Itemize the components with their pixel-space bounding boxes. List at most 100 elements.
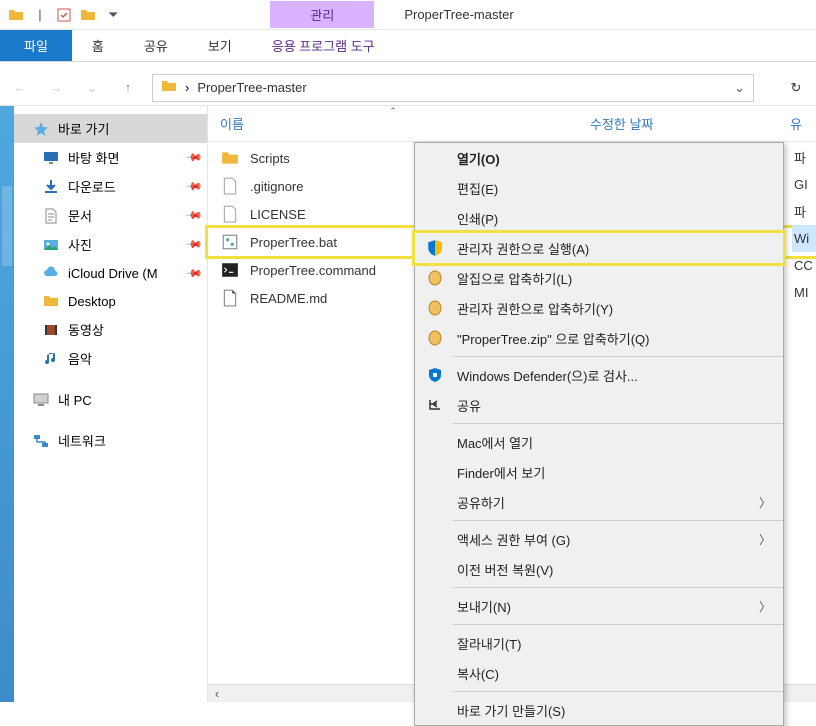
monitor-icon <box>42 149 60 167</box>
folder-icon <box>220 148 240 168</box>
menu-label: 잘라내기(T) <box>457 634 771 653</box>
window-title: ProperTree-master <box>374 7 543 22</box>
tab-app-tools[interactable]: 응용 프로그램 도구 <box>252 30 395 61</box>
file-name: ProperTree.bat <box>250 235 337 250</box>
menu-run-as-admin[interactable]: 관리자 권한으로 실행(A) <box>415 233 783 263</box>
menu-alzip-admin[interactable]: 관리자 권한으로 압축하기(Y) <box>415 293 783 323</box>
nav-label: iCloud Drive (M <box>68 266 158 281</box>
menu-share[interactable]: 공유 <box>415 390 783 420</box>
sidebar-item-documents[interactable]: 문서 📌 <box>14 201 207 230</box>
sidebar-item-network[interactable]: 네트워크 <box>14 426 207 455</box>
sidebar-item-this-pc[interactable]: 내 PC <box>14 385 207 414</box>
menu-defender[interactable]: Windows Defender(으)로 검사... <box>415 360 783 390</box>
photo-icon <box>42 236 60 254</box>
menu-separator <box>453 423 783 424</box>
menu-copy[interactable]: 복사(C) <box>415 658 783 688</box>
download-icon <box>42 178 60 196</box>
tab-file[interactable]: 파일 <box>0 30 72 61</box>
archive-icon <box>425 268 445 288</box>
address-input[interactable]: › ProperTree-master ⌄ <box>152 74 754 102</box>
blank-icon <box>425 529 445 549</box>
manage-contextual-tab[interactable]: 관리 <box>270 1 374 28</box>
menu-label: 관리자 권한으로 실행(A) <box>457 239 771 258</box>
refresh-button[interactable]: ↻ <box>784 80 808 96</box>
cloud-icon <box>42 264 60 282</box>
address-bar: ← → ⌄ ↑ › ProperTree-master ⌄ ↻ <box>0 70 816 106</box>
pc-icon <box>32 391 50 409</box>
menu-label: 공유 <box>457 396 771 415</box>
blank-icon <box>425 492 445 512</box>
menu-label: Windows Defender(으)로 검사... <box>457 366 771 385</box>
scroll-left-button[interactable]: ‹ <box>208 686 226 701</box>
address-dropdown[interactable]: ⌄ <box>734 80 745 96</box>
menu-cut[interactable]: 잘라내기(T) <box>415 628 783 658</box>
type-cell: GI <box>792 171 816 198</box>
menu-shortcut[interactable]: 바로 가기 만들기(S) <box>415 695 783 725</box>
menu-label: 알집으로 압축하기(L) <box>457 269 771 288</box>
menu-restore[interactable]: 이전 버전 복원(V) <box>415 554 783 584</box>
address-path[interactable]: ProperTree-master <box>197 80 306 95</box>
new-folder-icon[interactable] <box>80 7 96 23</box>
menu-mac-open[interactable]: Mac에서 열기 <box>415 427 783 457</box>
blank-icon <box>425 208 445 228</box>
submenu-arrow-icon: 〉 <box>759 531 771 548</box>
menu-label: 액세스 권한 부여 (G) <box>457 530 747 549</box>
menu-alzip-zip[interactable]: "ProperTree.zip" 으로 압축하기(Q) <box>415 323 783 353</box>
sidebar-item-quick-access[interactable]: 바로 가기 <box>14 114 207 143</box>
tab-share[interactable]: 공유 <box>124 30 188 61</box>
pin-icon: 📌 <box>185 177 204 196</box>
pin-icon: 📌 <box>185 206 204 225</box>
submenu-arrow-icon: 〉 <box>759 598 771 615</box>
menu-finder[interactable]: Finder에서 보기 <box>415 457 783 487</box>
address-separator: › <box>185 80 189 95</box>
nav-label: 바로 가기 <box>58 119 109 138</box>
menu-open[interactable]: 열기(O) <box>415 143 783 173</box>
context-menu: 열기(O) 편집(E) 인쇄(P) 관리자 권한으로 실행(A) 알집으로 압축… <box>414 142 784 726</box>
menu-label: 바로 가기 만들기(S) <box>457 701 771 720</box>
folder-icon <box>161 78 177 97</box>
pin-icon: 📌 <box>185 235 204 254</box>
archive-icon <box>425 298 445 318</box>
sidebar-item-desktop2[interactable]: Desktop <box>14 287 207 315</box>
titlebar: | ⏷ 관리 ProperTree-master <box>0 0 816 30</box>
sidebar-item-videos[interactable]: 동영상 <box>14 315 207 344</box>
nav-label: Desktop <box>68 294 116 309</box>
sidebar-item-desktop[interactable]: 바탕 화면 📌 <box>14 143 207 172</box>
tab-view[interactable]: 보기 <box>188 30 252 61</box>
blank-icon <box>425 432 445 452</box>
menu-sendto[interactable]: 보내기(N) 〉 <box>415 591 783 621</box>
tab-home[interactable]: 홈 <box>72 30 124 61</box>
file-name: LICENSE <box>250 207 306 222</box>
nav-label: 사진 <box>68 235 92 254</box>
sidebar-item-downloads[interactable]: 다운로드 📌 <box>14 172 207 201</box>
column-name[interactable]: ⌃ 이름 <box>208 106 578 141</box>
menu-print[interactable]: 인쇄(P) <box>415 203 783 233</box>
menu-edit[interactable]: 편집(E) <box>415 173 783 203</box>
folder-icon[interactable] <box>8 7 24 23</box>
nav-label: 음악 <box>68 349 92 368</box>
type-cell: MI <box>792 279 816 306</box>
sort-asc-icon: ⌃ <box>389 106 397 117</box>
file-name: README.md <box>250 291 327 306</box>
menu-alzip[interactable]: 알집으로 압축하기(L) <box>415 263 783 293</box>
column-type[interactable]: 유 <box>778 106 816 141</box>
forward-button[interactable]: → <box>44 80 68 95</box>
blank-icon <box>425 596 445 616</box>
sidebar-item-pictures[interactable]: 사진 📌 <box>14 230 207 259</box>
back-button[interactable]: ← <box>8 80 32 95</box>
menu-separator <box>453 587 783 588</box>
markdown-icon <box>220 288 240 308</box>
menu-share2[interactable]: 공유하기 〉 <box>415 487 783 517</box>
menu-access[interactable]: 액세스 권한 부여 (G) 〉 <box>415 524 783 554</box>
nav-label: 동영상 <box>68 320 104 339</box>
sidebar-item-music[interactable]: 음악 <box>14 344 207 373</box>
properties-icon[interactable] <box>56 7 72 23</box>
sidebar-item-icloud[interactable]: iCloud Drive (M 📌 <box>14 259 207 287</box>
pin-icon: 📌 <box>185 264 204 283</box>
column-date[interactable]: 수정한 날짜 <box>578 106 778 141</box>
history-dropdown[interactable]: ⌄ <box>80 80 104 96</box>
network-icon <box>32 432 50 450</box>
submenu-arrow-icon: 〉 <box>759 494 771 511</box>
up-button[interactable]: ↑ <box>116 80 140 95</box>
qat-dropdown[interactable]: ⏷ <box>104 7 122 23</box>
